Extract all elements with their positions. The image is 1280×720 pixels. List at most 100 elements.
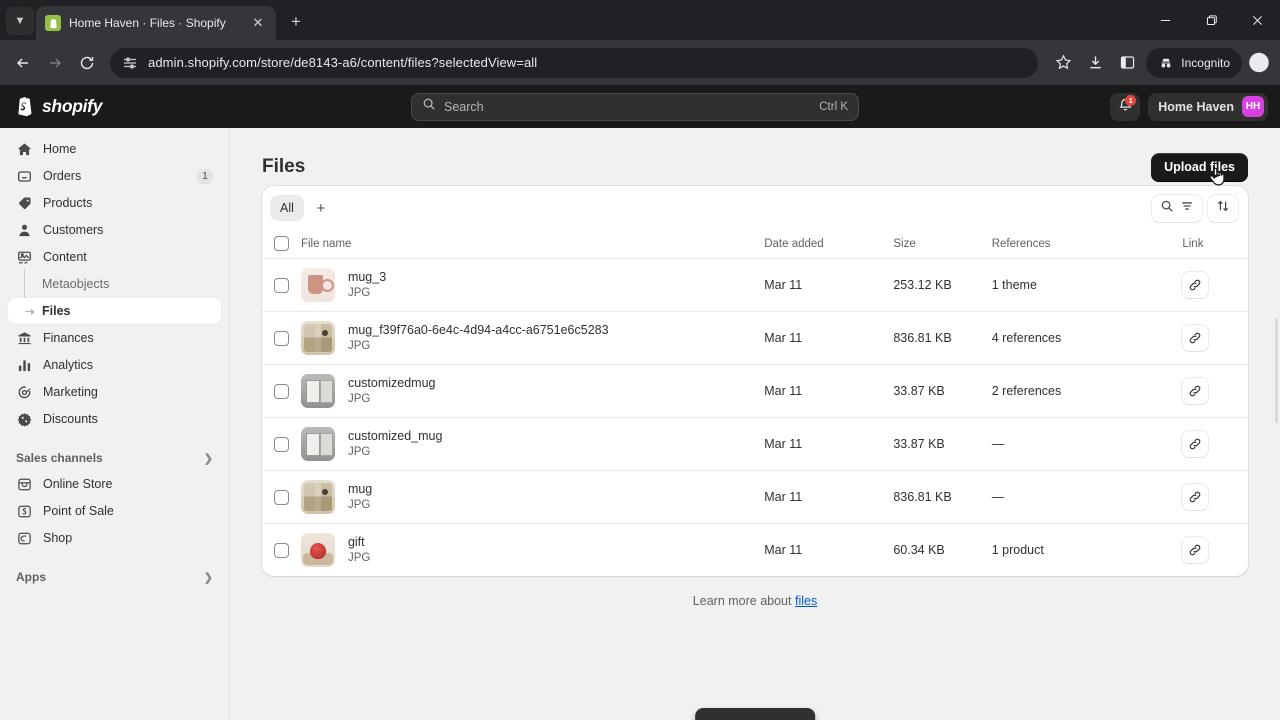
main-content: Files Upload files All + File name Date … (230, 128, 1280, 720)
download-icon[interactable] (1080, 48, 1110, 78)
files-help-link[interactable]: files (795, 594, 817, 608)
file-thumbnail (300, 480, 335, 514)
file-name: mug (347, 482, 373, 496)
arrow-right-icon[interactable] (40, 48, 70, 78)
sidebar-item-shop[interactable]: Shop (8, 525, 221, 551)
arrow-left-icon[interactable] (8, 48, 38, 78)
shopify-logo[interactable]: shopify (0, 95, 230, 118)
link-icon[interactable] (1182, 378, 1209, 404)
address-bar[interactable]: admin.shopify.com/store/de8143-a6/conten… (110, 47, 1039, 78)
table-row[interactable]: customized_mug JPG Mar 11 33.87 KB — (262, 417, 1248, 471)
sidebar-item-finances[interactable]: Finances (8, 325, 221, 351)
sidebar-item-online-store[interactable]: Online Store (8, 471, 221, 497)
sidebar-item-customers[interactable]: Customers (8, 217, 221, 243)
file-extension: JPG (347, 446, 371, 458)
upload-files-button[interactable]: Upload files (1151, 152, 1248, 182)
sidebar-item-analytics[interactable]: Analytics (8, 352, 221, 378)
sidebar-item-marketing[interactable]: Marketing (8, 379, 221, 405)
file-size: 33.87 KB (893, 364, 992, 418)
sidebar-item-discounts[interactable]: Discounts (8, 406, 221, 432)
tune-icon[interactable] (122, 55, 138, 71)
browser-window: ▼ Home Haven · Files · Shopify ✕ + admin… (0, 0, 1280, 720)
column-link: Link (1182, 230, 1248, 259)
table-row[interactable]: mug_f39f76a0-6e4c-4d94-a4cc-a6751e6c5283… (262, 311, 1248, 365)
marketing-target-icon (16, 384, 33, 401)
reload-icon[interactable] (72, 48, 102, 78)
link-icon[interactable] (1182, 537, 1209, 563)
table-row[interactable]: mug JPG Mar 11 836.81 KB — (262, 470, 1248, 524)
file-name-cell: mug JPG (300, 470, 765, 524)
shopify-topbar: shopify Search Ctrl K 1 Home Haven HH (0, 85, 1280, 128)
maximize-icon[interactable] (1188, 0, 1234, 40)
row-checkbox[interactable] (274, 277, 289, 293)
table-row[interactable]: gift JPG Mar 11 60.34 KB 1 product (262, 524, 1248, 577)
row-checkbox[interactable] (274, 383, 289, 399)
row-select-cell (262, 311, 301, 365)
avatar: HH (1242, 96, 1264, 117)
discounts-icon (16, 411, 33, 428)
file-link-cell (1182, 417, 1248, 471)
sidebar-item-metaobjects[interactable]: Metaobjects (8, 271, 221, 297)
minimize-icon[interactable] (1142, 0, 1188, 40)
browser-tab[interactable]: Home Haven · Files · Shopify ✕ (36, 6, 276, 40)
online-store-icon (16, 476, 33, 493)
table-row[interactable]: mug_3 JPG Mar 11 253.12 KB 1 theme (262, 258, 1248, 312)
store-menu-button[interactable]: Home Haven HH (1148, 92, 1268, 121)
file-thumbnail (300, 268, 335, 302)
link-icon[interactable] (1182, 272, 1209, 298)
sidebar: Home Orders 1 Products Customers Content… (0, 128, 230, 720)
close-icon[interactable]: ✕ (249, 14, 267, 32)
file-name: customizedmug (347, 376, 436, 390)
content-image-icon (16, 249, 33, 266)
link-icon[interactable] (1182, 484, 1209, 510)
sidebar-item-home[interactable]: Home (8, 136, 221, 162)
row-checkbox[interactable] (274, 542, 289, 558)
toast-notification: File deleted ✕ (695, 708, 815, 720)
file-extension: JPG (347, 287, 371, 299)
file-name-cell: customized_mug JPG (300, 417, 765, 471)
new-tab-button[interactable]: + (282, 8, 310, 36)
notifications-button[interactable]: 1 (1110, 92, 1141, 121)
file-link-cell (1182, 364, 1248, 418)
store-name: Home Haven (1158, 99, 1234, 114)
shopify-favicon (45, 15, 61, 31)
row-checkbox[interactable] (274, 330, 289, 346)
app-body: Home Orders 1 Products Customers Content… (0, 128, 1280, 720)
sidebar-section-sales-channels[interactable]: Sales channels ❯ (8, 445, 221, 471)
file-size: 836.81 KB (893, 311, 992, 365)
select-all-checkbox[interactable] (274, 236, 289, 251)
row-checkbox[interactable] (274, 489, 289, 505)
side-panel-icon[interactable] (1112, 48, 1142, 78)
kebab-menu-icon[interactable] (1246, 20, 1272, 105)
table-row[interactable]: customizedmug JPG Mar 11 33.87 KB 2 referenc… (262, 364, 1248, 418)
close-icon[interactable] (1234, 0, 1280, 40)
file-references: — (991, 470, 1183, 524)
sidebar-item-content[interactable]: Content (8, 244, 221, 270)
file-name-cell: gift JPG (300, 524, 764, 577)
chevron-right-icon: ❯ (203, 571, 213, 584)
sort-button[interactable] (1208, 194, 1238, 222)
browser-tab-strip: ▼ Home Haven · Files · Shopify ✕ + (0, 0, 1280, 40)
sidebar-item-point-of-sale[interactable]: Point of Sale (8, 498, 221, 524)
tab-list-chevron-icon[interactable]: ▼ (6, 7, 34, 35)
file-size: 836.81 KB (893, 470, 992, 524)
files-table-header: File name Date added Size References Lin… (262, 230, 1248, 259)
sidebar-item-orders[interactable]: Orders 1 (8, 163, 221, 189)
search-and-filter-button[interactable] (1152, 194, 1202, 222)
sidebar-section-apps[interactable]: Apps ❯ (8, 564, 221, 590)
table-header-row: File name Date added Size References Lin… (262, 230, 1248, 259)
link-icon[interactable] (1182, 325, 1209, 351)
incognito-indicator[interactable]: Incognito (1146, 47, 1242, 78)
add-view-button[interactable]: + (308, 195, 334, 221)
sidebar-item-files[interactable]: Files (8, 298, 221, 324)
page-scrollbar[interactable] (1275, 318, 1278, 423)
star-icon[interactable] (1048, 48, 1078, 78)
orders-icon (16, 168, 33, 185)
global-search-input[interactable]: Search Ctrl K (411, 92, 859, 121)
row-select-cell (262, 417, 301, 471)
sidebar-item-products[interactable]: Products (8, 190, 221, 216)
link-icon[interactable] (1182, 431, 1209, 457)
row-select-cell (262, 470, 301, 524)
row-checkbox[interactable] (274, 436, 289, 452)
tab-all[interactable]: All (270, 195, 304, 221)
